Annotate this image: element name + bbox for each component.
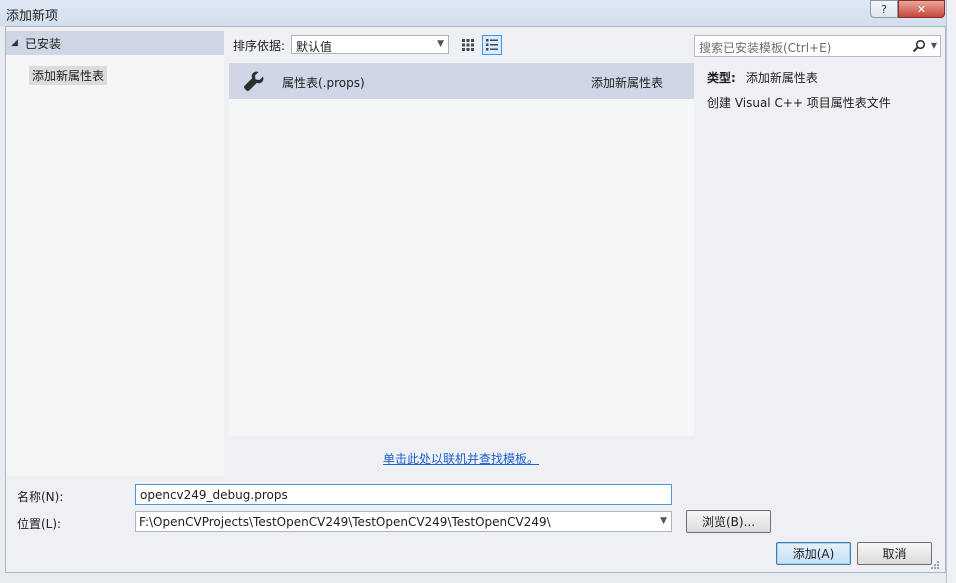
template-tree: ◢ 已安装 添加新属性表 xyxy=(6,31,224,476)
template-details: 类型: 添加新属性表 创建 Visual C++ 项目属性表文件 xyxy=(700,63,941,476)
type-value: 添加新属性表 xyxy=(745,71,818,85)
browse-button[interactable]: 浏览(B)... xyxy=(686,510,771,533)
find-templates-online-link[interactable]: 单击此处以联机并查找模板。 xyxy=(383,450,539,467)
name-label: 名称(N): xyxy=(17,490,64,504)
list-view-icon xyxy=(486,39,498,51)
cancel-button[interactable]: 取消 xyxy=(857,542,932,565)
location-combobox[interactable]: F:\OpenCVProjects\TestOpenCV249\TestOpen… xyxy=(135,511,672,532)
title-bar: 添加新项 ? ✕ xyxy=(0,0,956,26)
wrench-icon xyxy=(244,71,264,91)
chevron-down-icon: ▼ xyxy=(660,516,667,526)
window-title: 添加新项 xyxy=(6,9,59,24)
sort-toolbar: 排序依据: 默认值 ▼ xyxy=(229,33,694,57)
tree-node-label: 已安装 xyxy=(25,36,62,51)
grid-view-button[interactable] xyxy=(458,35,478,55)
expand-triangle-icon[interactable]: ◢ xyxy=(11,38,25,48)
type-label: 类型: xyxy=(707,71,736,85)
tree-node-installed[interactable]: ◢ 已安装 xyxy=(6,31,224,55)
cancel-button-label: 取消 xyxy=(882,547,907,561)
grid-view-icon xyxy=(462,39,474,51)
search-box[interactable]: 搜索已安装模板(Ctrl+E) ▼ xyxy=(694,35,941,57)
search-input[interactable]: 搜索已安装模板(Ctrl+E) xyxy=(699,39,831,56)
chevron-down-icon: ▼ xyxy=(437,39,444,49)
template-row[interactable]: 属性表(.props) 添加新属性表 xyxy=(229,63,694,99)
template-name: 属性表(.props) xyxy=(282,76,365,90)
sort-label: 排序依据: xyxy=(233,39,286,53)
search-icon[interactable] xyxy=(912,39,926,53)
name-field[interactable] xyxy=(135,484,672,505)
type-line: 类型: 添加新属性表 xyxy=(707,69,818,86)
background-window-edge xyxy=(946,0,956,583)
tree-item-add-property-sheet[interactable]: 添加新属性表 xyxy=(29,66,108,85)
location-value: F:\OpenCVProjects\TestOpenCV249\TestOpen… xyxy=(139,515,551,529)
add-button-label: 添加(A) xyxy=(792,547,835,561)
help-icon: ? xyxy=(881,2,887,16)
list-view-button[interactable] xyxy=(482,35,502,55)
template-category: 添加新属性表 xyxy=(591,76,664,90)
close-icon: ✕ xyxy=(916,2,927,16)
sort-dropdown[interactable]: 默认值 ▼ xyxy=(291,35,449,54)
resize-grip-icon[interactable] xyxy=(930,560,940,570)
browse-button-label: 浏览(B)... xyxy=(701,515,756,529)
help-button[interactable]: ? xyxy=(870,0,898,18)
sort-value: 默认值 xyxy=(296,40,333,54)
template-list: 属性表(.props) 添加新属性表 xyxy=(229,63,694,436)
close-button[interactable]: ✕ xyxy=(898,0,945,18)
add-button[interactable]: 添加(A) xyxy=(776,542,851,565)
location-label: 位置(L): xyxy=(17,517,62,531)
search-options-chevron-icon[interactable]: ▼ xyxy=(931,41,937,50)
template-description: 创建 Visual C++ 项目属性表文件 xyxy=(707,96,891,110)
